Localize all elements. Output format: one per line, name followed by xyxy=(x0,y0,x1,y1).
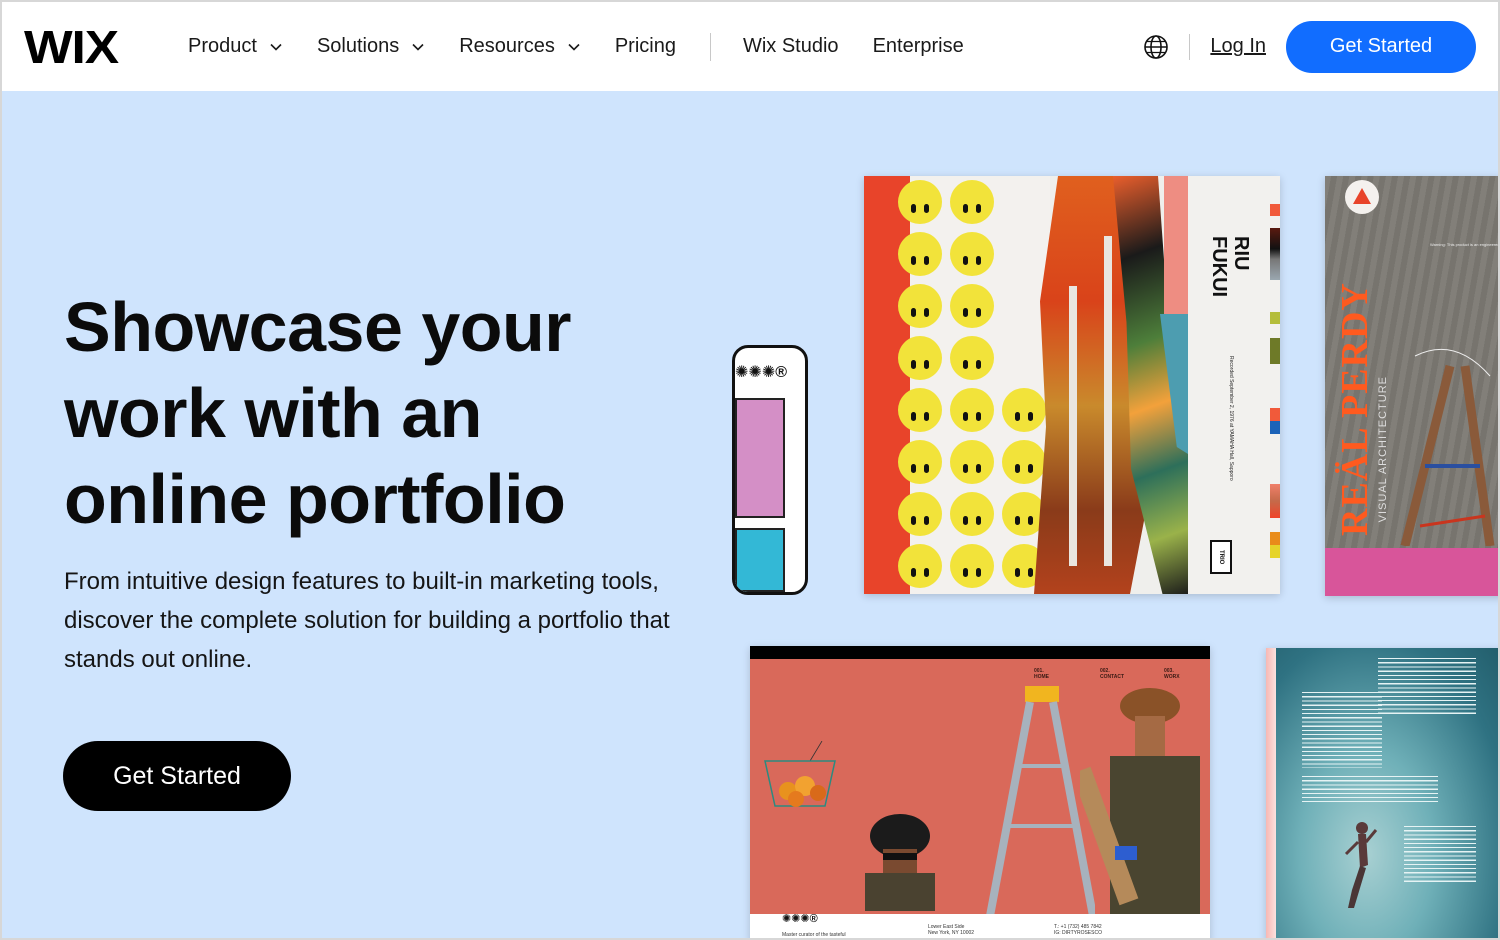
smiley-sticker xyxy=(950,180,994,224)
nav-label: Wix Studio xyxy=(742,35,839,57)
pink-block xyxy=(1164,176,1188,314)
smiley-sticker xyxy=(898,284,942,328)
running-figure-illustration xyxy=(1344,822,1378,908)
color-swatch xyxy=(1270,532,1280,558)
color-swatch xyxy=(1270,484,1280,518)
site-footer: ✺✺✺® Master curator of the tasteful Lowe… xyxy=(750,914,1210,938)
smiley-sticker xyxy=(1002,388,1046,432)
main-nav: Product Solutions Resources Pricing Wix … xyxy=(188,2,998,91)
magazine-text-column xyxy=(1302,692,1382,768)
nav-item-product[interactable]: Product xyxy=(188,35,283,58)
nav-label: Resources xyxy=(459,35,555,57)
smiley-sticker xyxy=(898,544,942,588)
phone-blue-poster xyxy=(735,528,785,592)
nav-label: Product xyxy=(188,35,257,57)
smiley-sticker xyxy=(898,232,942,276)
smiley-sticker xyxy=(898,440,942,484)
chevron-down-icon xyxy=(270,43,282,51)
smiley-sticker xyxy=(898,492,942,536)
poster-subtitle: VISUAL ARCHITECTURE xyxy=(1377,376,1389,523)
smiley-pattern-strip xyxy=(898,176,1050,594)
nav-label: Solutions xyxy=(316,35,400,57)
site-footer-contact: T.: +1 (732) 485 7842 IG: DIRTYROSESCO xyxy=(1054,924,1102,936)
smiley-sticker xyxy=(950,544,994,588)
smiley-sticker xyxy=(898,336,942,380)
site-menu-home: 001. HOME xyxy=(1034,668,1049,680)
color-swatch xyxy=(1270,408,1280,434)
smiley-sticker xyxy=(950,492,994,536)
magazine-preview xyxy=(1266,648,1498,938)
smiley-sticker xyxy=(898,388,942,432)
smiley-sticker xyxy=(1002,440,1046,484)
site-topbar xyxy=(750,646,1210,659)
phone-site-logo: ✺✺✺® xyxy=(735,364,788,381)
nav-item-resources[interactable]: Resources xyxy=(459,35,581,58)
site-footer-tagline: Master curator of the tasteful xyxy=(782,932,846,938)
hero-get-started-button[interactable]: Get Started xyxy=(63,741,291,811)
poster-note: Warning: This product is an engineered..… xyxy=(1430,242,1498,247)
poster-title: REÄL PERDY xyxy=(1334,282,1376,536)
person-looking-up xyxy=(1080,688,1200,916)
nav-label: Pricing xyxy=(614,35,676,57)
page: WIX Product Solutions Resources Pricing … xyxy=(2,2,1498,938)
header-get-started-button[interactable]: Get Started xyxy=(1286,20,1476,73)
smiley-sticker xyxy=(950,336,994,380)
magazine-text-column xyxy=(1404,826,1476,882)
poster-preview: Warning: This product is an engineered..… xyxy=(1325,176,1498,596)
album-credits: Recorded September 2, 1976 at YAMAHA Hal… xyxy=(1228,356,1234,481)
chevron-down-icon xyxy=(412,43,424,51)
color-swatch xyxy=(1270,338,1280,364)
chevron-down-icon xyxy=(568,43,580,51)
magazine-page-edge xyxy=(1266,648,1276,938)
album-cover-preview: RIU FUKUI Recorded September 2, 1976 at … xyxy=(864,176,1280,594)
color-swatch xyxy=(1270,312,1280,324)
nav-item-enterprise[interactable]: Enterprise xyxy=(873,35,964,58)
smiley-sticker xyxy=(898,180,942,224)
header-actions: Log In Get Started xyxy=(1143,2,1476,91)
smiley-sticker xyxy=(950,284,994,328)
globe-icon[interactable] xyxy=(1143,34,1169,60)
login-link[interactable]: Log In xyxy=(1210,35,1266,58)
nav-divider xyxy=(709,32,711,61)
fruit-basket-illustration xyxy=(764,741,836,807)
birch-trunk xyxy=(1069,286,1077,566)
wix-logo[interactable]: WIX xyxy=(24,24,119,70)
nav-item-pricing[interactable]: Pricing xyxy=(615,35,676,58)
nav-item-solutions[interactable]: Solutions xyxy=(317,35,425,58)
color-swatch xyxy=(1270,204,1280,216)
phone-pink-poster xyxy=(735,398,785,518)
birch-trunk xyxy=(1104,236,1112,566)
nav-label: Enterprise xyxy=(872,35,964,57)
poster-pink-band xyxy=(1325,548,1498,596)
website-preview: 001. HOME 002. CONTACT 003. WORX ✺✺✺® Maste… xyxy=(750,646,1210,938)
ladder-illustration xyxy=(1400,348,1495,546)
hero-subtitle: From intuitive design features to built-… xyxy=(64,568,670,673)
site-footer-address: Lower East Side New York, NY 10002 xyxy=(928,924,975,936)
phone-portfolio-preview: ✺✺✺® xyxy=(732,345,808,595)
album-artist: RIU FUKUI xyxy=(1208,236,1252,298)
record-label-logo: TRIO xyxy=(1210,540,1232,574)
smiley-sticker xyxy=(950,388,994,432)
magazine-text-column xyxy=(1302,776,1438,802)
nav-item-wix-studio[interactable]: Wix Studio xyxy=(743,35,839,58)
hero-title: Showcase your work with an online portfo… xyxy=(64,288,572,538)
smiley-sticker xyxy=(950,232,994,276)
site-menu-contact: 002. CONTACT xyxy=(1100,668,1125,680)
header-divider xyxy=(1189,33,1191,60)
site-footer-logo: ✺✺✺® xyxy=(782,913,818,925)
top-navigation: WIX Product Solutions Resources Pricing … xyxy=(2,2,1498,91)
color-swatch xyxy=(1270,228,1280,280)
stepladder-illustration xyxy=(986,686,1095,916)
magazine-text-column xyxy=(1378,658,1476,714)
person-welding-mask xyxy=(865,814,935,911)
smiley-sticker xyxy=(950,440,994,484)
site-menu-worx: 003. WORX xyxy=(1164,668,1180,680)
